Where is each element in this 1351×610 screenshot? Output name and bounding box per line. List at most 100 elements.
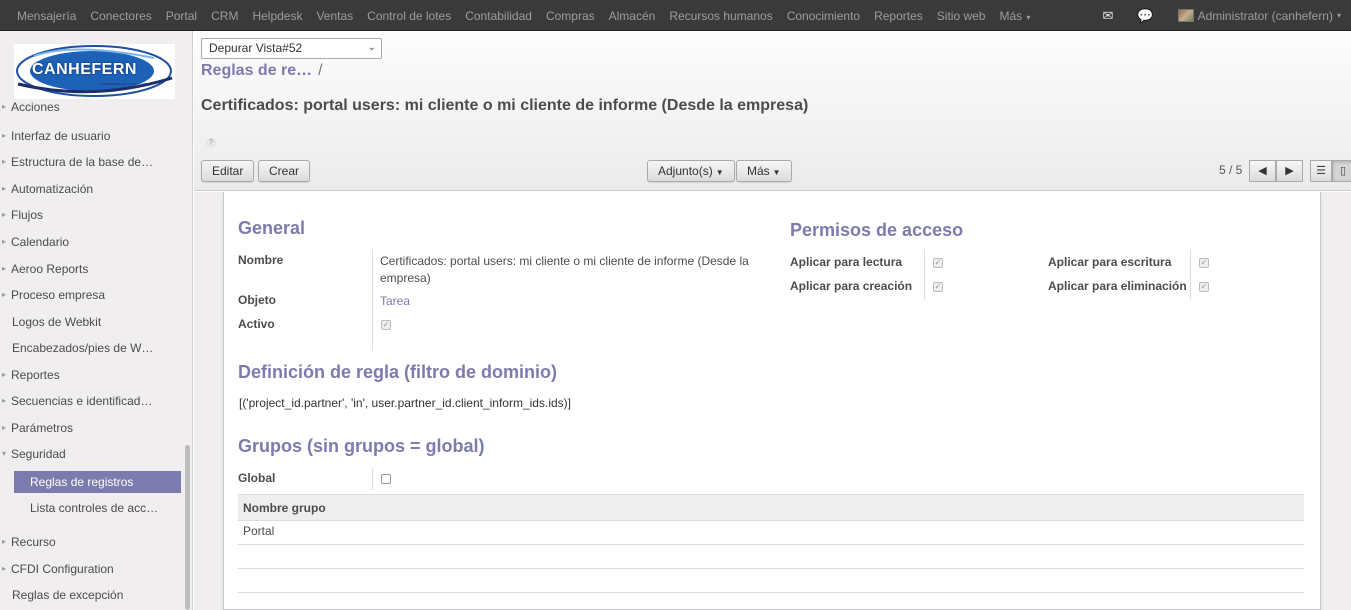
list-icon: ☰ bbox=[1316, 165, 1326, 177]
table-row[interactable]: Portal bbox=[238, 521, 1304, 545]
sidebar-item-recurso[interactable]: ▸ Recurso bbox=[0, 532, 183, 552]
caret-down-icon: ▼ bbox=[772, 168, 781, 177]
pager-next-button[interactable]: ▶ bbox=[1276, 160, 1303, 182]
menu-control-lotes[interactable]: Control de lotes bbox=[360, 9, 458, 23]
objeto-label: Objeto bbox=[238, 293, 276, 307]
user-menu[interactable]: Administrator (canhefern) ▾ bbox=[1177, 8, 1341, 23]
menu-portal[interactable]: Portal bbox=[159, 9, 204, 23]
sidebar-item-label: Interfaz de usuario bbox=[11, 129, 111, 143]
menu-conocimiento[interactable]: Conocimiento bbox=[780, 9, 867, 23]
form-view-button[interactable]: ▯ bbox=[1332, 160, 1351, 182]
envelope-icon[interactable]: ✉ bbox=[1103, 8, 1114, 24]
attachments-button[interactable]: Adjunto(s) ▼ bbox=[647, 160, 735, 182]
groups-heading: Grupos (sin grupos = global) bbox=[238, 436, 485, 456]
sidebar-item-seguridad[interactable]: ▾ Seguridad bbox=[0, 444, 183, 464]
nombre-value: Certificados: portal users: mi cliente o… bbox=[380, 254, 749, 285]
sidebar-item-lista-controles[interactable]: Lista controles de acc… bbox=[0, 498, 183, 518]
sidebar-item-reglas-registros[interactable]: Reglas de registros bbox=[14, 471, 181, 493]
caret-down-icon: ▾ bbox=[1024, 12, 1031, 22]
sidebar-item-reportes[interactable]: ▸ Reportes bbox=[0, 365, 183, 385]
perm-write-label: Aplicar para escritura bbox=[1048, 255, 1172, 269]
domain-heading: Definición de regla (filtro de dominio) bbox=[238, 362, 558, 382]
menu-helpdesk[interactable]: Helpdesk bbox=[245, 9, 309, 23]
chevron-right-icon: ▸ bbox=[2, 537, 7, 546]
sidebar-item-calendario[interactable]: ▸ Calendario bbox=[0, 232, 183, 252]
sidebar-item-label: Estructura de la base de… bbox=[11, 155, 154, 169]
field-divider bbox=[1190, 250, 1191, 300]
menu-more[interactable]: Más ▾ bbox=[992, 9, 1037, 23]
chat-icon[interactable]: 💬 bbox=[1137, 8, 1153, 24]
sidebar-item-interfaz[interactable]: ▸ Interfaz de usuario bbox=[0, 126, 183, 146]
help-icon[interactable]: ? bbox=[206, 138, 216, 148]
groups-table-header[interactable]: Nombre grupo bbox=[238, 494, 1304, 521]
sidebar-item-proceso[interactable]: ▸ Proceso empresa bbox=[0, 285, 183, 305]
chevron-down-icon: ▾ bbox=[2, 449, 7, 458]
sidebar-item-label: Logos de Webkit bbox=[12, 315, 102, 329]
debug-view-select[interactable]: Depurar Vista#52 ⌄ bbox=[201, 38, 382, 59]
sidebar-item-label: Encabezados/pies de W… bbox=[12, 341, 154, 355]
perm-create-label: Aplicar para creación bbox=[790, 279, 913, 293]
sidebar-item-encabezados[interactable]: Encabezados/pies de W… bbox=[0, 338, 183, 358]
activo-checkbox[interactable]: ✓ bbox=[381, 320, 391, 330]
menu-contabilidad[interactable]: Contabilidad bbox=[458, 9, 539, 23]
perm-create-checkbox[interactable]: ✓ bbox=[933, 282, 943, 292]
perm-read-checkbox[interactable]: ✓ bbox=[933, 258, 943, 268]
sidebar-scrollbar[interactable] bbox=[185, 445, 190, 610]
chevron-down-icon: ⌄ bbox=[367, 42, 376, 53]
logo-subtext: LABORATORIO DE CALIBRACIÓN bbox=[100, 82, 148, 86]
menu-sitio-web[interactable]: Sitio web bbox=[930, 9, 993, 23]
perm-delete-checkbox[interactable]: ✓ bbox=[1199, 282, 1209, 292]
sidebar-item-label: Seguridad bbox=[11, 447, 66, 461]
sidebar-item-acciones[interactable]: ▸ Acciones bbox=[0, 97, 183, 117]
user-name: Administrator (canhefern) bbox=[1197, 8, 1333, 23]
sidebar-item-estructura[interactable]: ▸ Estructura de la base de… bbox=[0, 152, 183, 172]
sidebar-item-secuencias[interactable]: ▸ Secuencias e identificad… bbox=[0, 391, 183, 411]
global-checkbox[interactable] bbox=[381, 474, 391, 484]
arrow-left-icon: ◀ bbox=[1258, 165, 1267, 177]
chevron-right-icon: ▸ bbox=[2, 564, 7, 573]
perm-delete-label: Aplicar para eliminación bbox=[1048, 279, 1187, 293]
menu-compras[interactable]: Compras bbox=[539, 9, 602, 23]
objeto-link[interactable]: Tarea bbox=[380, 293, 410, 310]
sidebar-item-flujos[interactable]: ▸ Flujos bbox=[0, 205, 183, 225]
breadcrumb: Reglas de re… / bbox=[201, 62, 323, 80]
menu-almacen[interactable]: Almacén bbox=[602, 9, 663, 23]
breadcrumb-link[interactable]: Reglas de re… bbox=[201, 62, 312, 79]
menu-conectores[interactable]: Conectores bbox=[83, 9, 158, 23]
pager-previous-button[interactable]: ◀ bbox=[1249, 160, 1276, 182]
chevron-right-icon: ▸ bbox=[2, 210, 7, 219]
chevron-right-icon: ▸ bbox=[2, 396, 7, 405]
chevron-right-icon: ▸ bbox=[2, 290, 7, 299]
menu-ventas[interactable]: Ventas bbox=[309, 9, 360, 23]
debug-view-value: Depurar Vista#52 bbox=[209, 41, 303, 55]
sidebar-item-logos[interactable]: Logos de Webkit bbox=[0, 312, 183, 332]
menu-recursos-humanos[interactable]: Recursos humanos bbox=[662, 9, 779, 23]
edit-button[interactable]: Editar bbox=[201, 160, 255, 182]
sidebar-item-label: Reglas de registros bbox=[30, 475, 134, 489]
more-button[interactable]: Más ▼ bbox=[736, 160, 792, 182]
breadcrumb-separator: / bbox=[318, 62, 323, 79]
general-heading: General bbox=[238, 218, 306, 238]
form-sheet: General Nombre Certificados: portal user… bbox=[223, 192, 1321, 610]
sidebar-item-parametros[interactable]: ▸ Parámetros bbox=[0, 418, 183, 438]
sidebar-item-aeroo[interactable]: ▸ Aeroo Reports bbox=[0, 259, 183, 279]
sidebar-item-label: Reportes bbox=[11, 368, 60, 382]
domain-value: [('project_id.partner', 'in', user.partn… bbox=[239, 396, 571, 410]
table-row-empty bbox=[238, 569, 1304, 593]
sidebar-item-reglas-excepcion[interactable]: Reglas de excepción bbox=[0, 585, 183, 605]
company-logo[interactable]: CANHEFERN LABORATORIO DE CALIBRACIÓN bbox=[14, 44, 175, 99]
menu-reportes[interactable]: Reportes bbox=[867, 9, 930, 23]
menu-mensajeria[interactable]: Mensajería bbox=[10, 9, 83, 23]
sidebar-item-label: Lista controles de acc… bbox=[30, 501, 159, 515]
create-button[interactable]: Crear bbox=[258, 160, 311, 182]
table-row-empty bbox=[238, 545, 1304, 569]
form-icon: ▯ bbox=[1339, 165, 1347, 177]
page-title: Certificados: portal users: mi cliente o… bbox=[201, 97, 809, 114]
perm-write-checkbox[interactable]: ✓ bbox=[1199, 258, 1209, 268]
list-view-button[interactable]: ☰ bbox=[1310, 160, 1332, 182]
sidebar: CANHEFERN LABORATORIO DE CALIBRACIÓN ▸ Ac… bbox=[0, 31, 193, 610]
menu-crm[interactable]: CRM bbox=[204, 9, 245, 23]
sidebar-item-cfdi[interactable]: ▸ CFDI Configuration bbox=[0, 559, 183, 579]
sidebar-item-automatizacion[interactable]: ▸ Automatización bbox=[0, 179, 183, 199]
activo-label: Activo bbox=[238, 317, 275, 331]
